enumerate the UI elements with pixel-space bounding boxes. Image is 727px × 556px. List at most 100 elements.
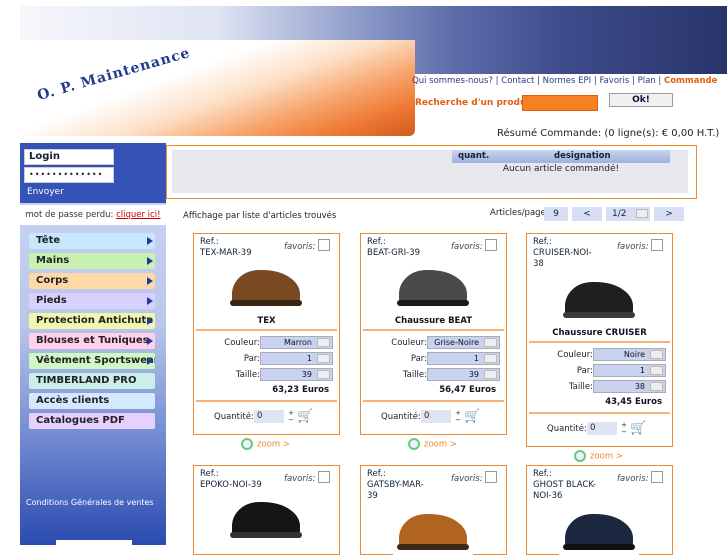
add-to-cart-icon[interactable]: 🛒 xyxy=(464,410,482,424)
product-card: Ref.: TEX-MAR-39 favoris: TEX Couleur: Marron… xyxy=(193,233,340,435)
zoom-label: zoom > xyxy=(257,439,290,450)
order-col-qty: quant. xyxy=(458,151,490,161)
menu-item[interactable]: Tête xyxy=(29,233,155,249)
menu-item[interactable]: Blouses et Tuniques xyxy=(29,333,155,349)
menu-item[interactable]: TIMBERLAND PRO xyxy=(29,373,155,389)
dropdown-icon xyxy=(317,338,330,347)
next-page-button[interactable]: > xyxy=(654,207,684,221)
login-submit-button[interactable]: Envoyer xyxy=(27,187,64,197)
menu-item-label: TIMBERLAND PRO xyxy=(36,375,137,386)
product-image[interactable] xyxy=(393,260,473,312)
page-select[interactable]: 1/2 xyxy=(606,207,650,221)
zoom-label: zoom > xyxy=(590,451,623,462)
quantity-stepper[interactable]: + − xyxy=(454,410,462,424)
par-select[interactable]: 1 xyxy=(260,352,333,365)
product-image[interactable] xyxy=(226,492,306,544)
par-label: Par: xyxy=(410,354,427,364)
terms-link[interactable]: Conditions Générales de ventes xyxy=(26,498,154,507)
favoris-label: favoris: xyxy=(284,474,316,484)
order-col-designation: designation xyxy=(554,151,611,161)
menu-item[interactable]: Pieds xyxy=(29,293,155,309)
nav-contact[interactable]: Contact xyxy=(501,76,534,86)
taille-value: 39 xyxy=(468,370,479,379)
menu-item[interactable]: Catalogues PDF xyxy=(29,413,155,429)
zoom-link[interactable]: zoom > xyxy=(574,450,623,462)
prev-page-button[interactable]: < xyxy=(572,207,602,221)
menu-item-label: Vêtement Sportswear xyxy=(36,355,155,366)
product-ref: Ref.: TEX-MAR-39 xyxy=(200,237,266,259)
product-image[interactable] xyxy=(559,272,639,324)
add-to-cart-icon[interactable]: 🛒 xyxy=(630,422,648,436)
add-to-cart-icon[interactable]: 🛒 xyxy=(297,410,315,424)
zoom-icon xyxy=(241,438,253,450)
menu-item-label: Accès clients xyxy=(36,395,110,406)
favoris-checkbox[interactable] xyxy=(651,239,663,251)
par-label: Par: xyxy=(243,354,260,364)
taille-select[interactable]: 39 xyxy=(427,368,500,381)
zoom-link[interactable]: zoom > xyxy=(241,438,290,450)
ref-label: Ref.: xyxy=(200,469,219,479)
ref-code: CRUISER-NOI-38 xyxy=(533,248,592,269)
taille-select[interactable]: 39 xyxy=(260,368,333,381)
favoris-checkbox[interactable] xyxy=(485,471,497,483)
menu-item[interactable]: Mains xyxy=(29,253,155,269)
dropdown-icon xyxy=(636,209,648,218)
product-image[interactable] xyxy=(393,504,473,556)
nav-about[interactable]: Qui sommes-nous? xyxy=(412,76,493,86)
menu-item[interactable]: Corps xyxy=(29,273,155,289)
taille-label: Taille: xyxy=(402,370,427,380)
menu-item-label: Catalogues PDF xyxy=(36,415,125,426)
quantity-stepper[interactable]: + − xyxy=(287,410,295,424)
arrow-right-icon xyxy=(147,357,153,365)
divider xyxy=(196,400,337,402)
quantity-input[interactable]: 0 xyxy=(254,410,284,423)
couleur-value: Noire xyxy=(623,350,645,359)
nav-commande[interactable]: Commande xyxy=(664,76,717,86)
shoe-upper xyxy=(399,270,467,304)
menu-item[interactable]: Vêtement Sportswear xyxy=(29,353,155,369)
password-input[interactable]: ••••••••••••• xyxy=(24,167,114,183)
nav-normes[interactable]: Normes EPI xyxy=(543,76,592,86)
search-button[interactable]: Ok! xyxy=(609,93,673,107)
par-select[interactable]: 1 xyxy=(593,364,666,377)
favoris-checkbox[interactable] xyxy=(485,239,497,251)
favoris-checkbox[interactable] xyxy=(318,471,330,483)
search-input[interactable] xyxy=(522,95,598,111)
dropdown-icon xyxy=(484,370,497,379)
taille-select[interactable]: 38 xyxy=(593,380,666,393)
par-select[interactable]: 1 xyxy=(427,352,500,365)
quantity-input[interactable]: 0 xyxy=(421,410,451,423)
favoris-checkbox[interactable] xyxy=(318,239,330,251)
quantity-input[interactable]: 0 xyxy=(587,422,617,435)
quantity-stepper[interactable]: + − xyxy=(620,422,628,436)
divider xyxy=(363,329,504,331)
favoris-label: favoris: xyxy=(451,242,483,252)
quantity-value: 0 xyxy=(590,423,596,433)
product-ref: Ref.: GATSBY-MAR-39 xyxy=(367,469,433,502)
menu-item-label: Protection Antichute xyxy=(36,315,154,326)
favoris-label: favoris: xyxy=(451,474,483,484)
zoom-icon xyxy=(574,450,586,462)
lost-password-link[interactable]: cliquer ici! xyxy=(116,210,160,220)
product-image[interactable] xyxy=(559,504,639,556)
login-input[interactable]: Login xyxy=(24,149,114,165)
par-value: 1 xyxy=(473,354,479,363)
menu-item[interactable]: Protection Antichute xyxy=(29,313,155,329)
cart-summary: Résumé Commande: (0 ligne(s): € 0,00 H.T… xyxy=(497,128,720,139)
couleur-select[interactable]: Noire xyxy=(593,348,666,361)
couleur-select[interactable]: Grise-Noire xyxy=(427,336,500,349)
per-page-select[interactable]: 9 xyxy=(544,207,568,221)
ref-code: GHOST BLACK-NOI-36 xyxy=(533,480,597,501)
menu-item[interactable]: Accès clients xyxy=(29,393,155,409)
dropdown-icon xyxy=(317,354,330,363)
couleur-select[interactable]: Marron xyxy=(260,336,333,349)
shoe-upper xyxy=(565,282,633,316)
product-image[interactable] xyxy=(226,260,306,312)
nav-plan[interactable]: Plan xyxy=(638,76,656,86)
favoris-checkbox[interactable] xyxy=(651,471,663,483)
nav-favoris[interactable]: Favoris xyxy=(599,76,629,86)
product-name: TEX xyxy=(257,316,276,326)
zoom-link[interactable]: zoom > xyxy=(408,438,457,450)
menu-item-label: Pieds xyxy=(36,295,67,306)
dropdown-icon xyxy=(484,354,497,363)
